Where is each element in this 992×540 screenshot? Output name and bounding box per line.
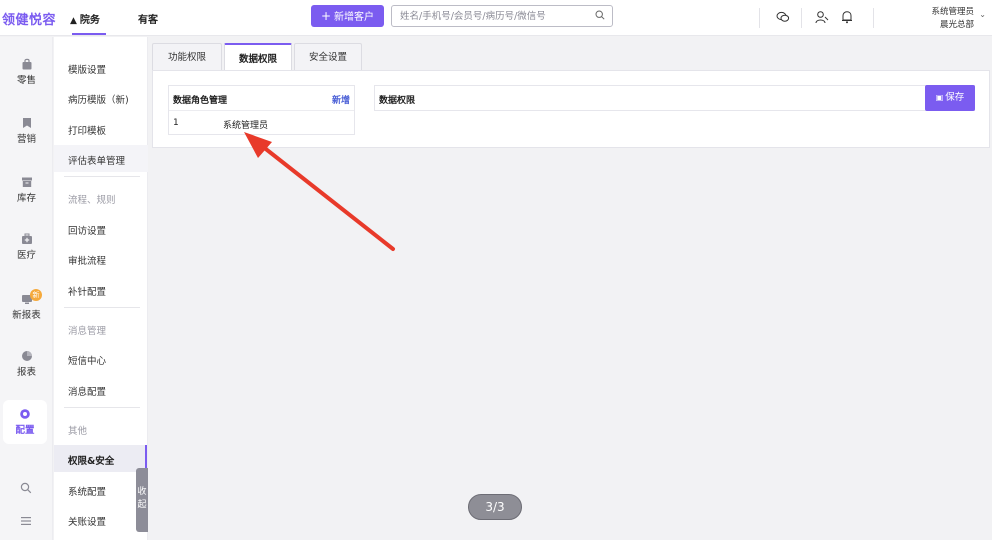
iconbar-item-marketing[interactable]: 营销 [0,117,53,145]
nav-active-underline [72,33,106,35]
plus-icon: + [320,9,332,23]
save-label: 保存 [945,92,965,103]
submenu-item-permissions-security[interactable]: 权限&安全 [68,453,114,467]
tab-security-settings[interactable]: 安全设置 [294,43,362,70]
gear-icon [20,409,30,419]
new-customer-button[interactable]: + 新增客户 [311,5,384,27]
arrow-shaft [260,144,395,251]
submenu-item-booster[interactable]: 补针配置 [68,284,106,298]
iconbar-label: 零售 [16,75,36,86]
data-permissions-title: 数据权限 [379,96,416,106]
iconbar-label: 新报表 [12,310,41,321]
menu-icon[interactable] [20,515,32,527]
data-permissions-box: 数据权限 ▣ 保存 [374,85,975,111]
user-org: 晨光总部 [939,20,974,30]
search-input[interactable] [392,6,582,26]
new-customer-label: 新增客户 [334,12,375,23]
role-name: 系统管理员 [223,121,269,131]
top-divider [759,8,760,28]
role-header: 数据角色管理 新增 [169,86,354,111]
iconbar-label: 营销 [16,134,36,145]
role-index: 1 [173,118,179,128]
submenu-group-process: 流程、规则 [68,195,116,206]
chevron-down-icon[interactable]: ⌄ [979,10,986,19]
iconbar-item-inventory[interactable]: 库存 [0,176,53,204]
user-switch-icon[interactable] [815,10,829,24]
nav-youke[interactable]: 有客 [138,11,158,26]
submenu-divider [64,307,140,308]
bookmark-icon [22,118,31,128]
submenu-item-sms-center[interactable]: 短信中心 [68,353,106,367]
submenu-item-closing-settings[interactable]: 关账设置 [68,514,106,528]
submenu-item-print-template[interactable]: 打印模板 [68,123,106,137]
bag-icon [22,58,31,70]
submenu-item-approval[interactable]: 审批流程 [68,253,106,267]
top-divider [873,8,874,28]
iconbar-item-config[interactable]: 配置 [3,400,47,444]
nav-yuanwu[interactable]: ▲ 院务 [70,11,100,26]
iconbar-label: 配置 [15,425,35,436]
submenu-item-message-config[interactable]: 消息配置 [68,384,106,398]
iconbar-label: 报表 [16,367,36,378]
nav-yuanwu-label: 院务 [79,15,100,26]
page-indicator: 3/3 [468,494,522,520]
search-icon[interactable] [20,482,32,494]
iconbar-label: 库存 [16,193,36,204]
add-role-button[interactable]: 新增 [332,93,350,106]
iconbar-item-new-report[interactable]: 新 新报表 [0,289,53,321]
iconbar-item-medical[interactable]: 医疗 [0,233,53,261]
search-icon[interactable] [595,10,605,20]
top-bar: 领健悦容 ▲院务 有客 +新增客户 系统管理员 晨光总部 ⌄ [0,0,992,36]
submenu-item-assessment-forms[interactable]: 评估表单管理 [68,153,125,167]
app-logo[interactable]: 领健悦容 [2,9,56,28]
submenu-divider [64,407,140,408]
collapse-menu-button[interactable]: 收起 [136,468,148,532]
submenu-item-record-template[interactable]: 病历模版（新) [68,92,129,106]
submenu-item-followup[interactable]: 回访设置 [68,223,106,237]
home-icon: ▲ [70,16,77,26]
submenu-item-template-settings[interactable]: 模版设置 [68,62,106,76]
wechat-icon[interactable] [776,10,790,24]
box-icon [21,177,32,187]
submenu-item-system-config[interactable]: 系统配置 [68,484,106,498]
medical-kit-icon [21,233,32,244]
iconbar-label: 医疗 [16,250,36,261]
submenu-group-messages: 消息管理 [68,326,107,337]
submenu-group-other: 其他 [68,426,88,437]
iconbar-item-report[interactable]: 报表 [0,350,53,378]
iconbar-item-retail[interactable]: 零售 [0,58,53,86]
tab-function-permissions[interactable]: 功能权限 [152,43,222,70]
role-management-box: 数据角色管理 新增 1 系统管理员 [168,85,355,135]
table-row[interactable]: 1 系统管理员 [169,112,354,134]
bell-icon[interactable] [840,10,854,24]
permissions-panel: 数据角色管理 新增 1 系统管理员 数据权限 ▣ 保存 [152,70,990,148]
save-button[interactable]: ▣ 保存 [925,85,975,111]
save-icon: ▣ [935,93,944,102]
tab-data-permissions[interactable]: 数据权限 [224,43,292,72]
user-name[interactable]: 系统管理员 [931,5,974,17]
submenu-divider [64,176,140,177]
secondary-menu: 模版设置 病历模版（新) 打印模板 评估表单管理 流程、规则 回访设置 审批流程… [54,37,148,540]
pie-chart-icon [21,351,32,361]
search-box[interactable] [391,5,613,27]
top-divider [801,8,802,28]
icon-sidebar: 零售 营销 库存 医疗 新 新报表 报表 配置 [0,37,53,540]
role-management-title: 数据角色管理 [173,96,228,106]
new-badge: 新 [30,289,42,301]
